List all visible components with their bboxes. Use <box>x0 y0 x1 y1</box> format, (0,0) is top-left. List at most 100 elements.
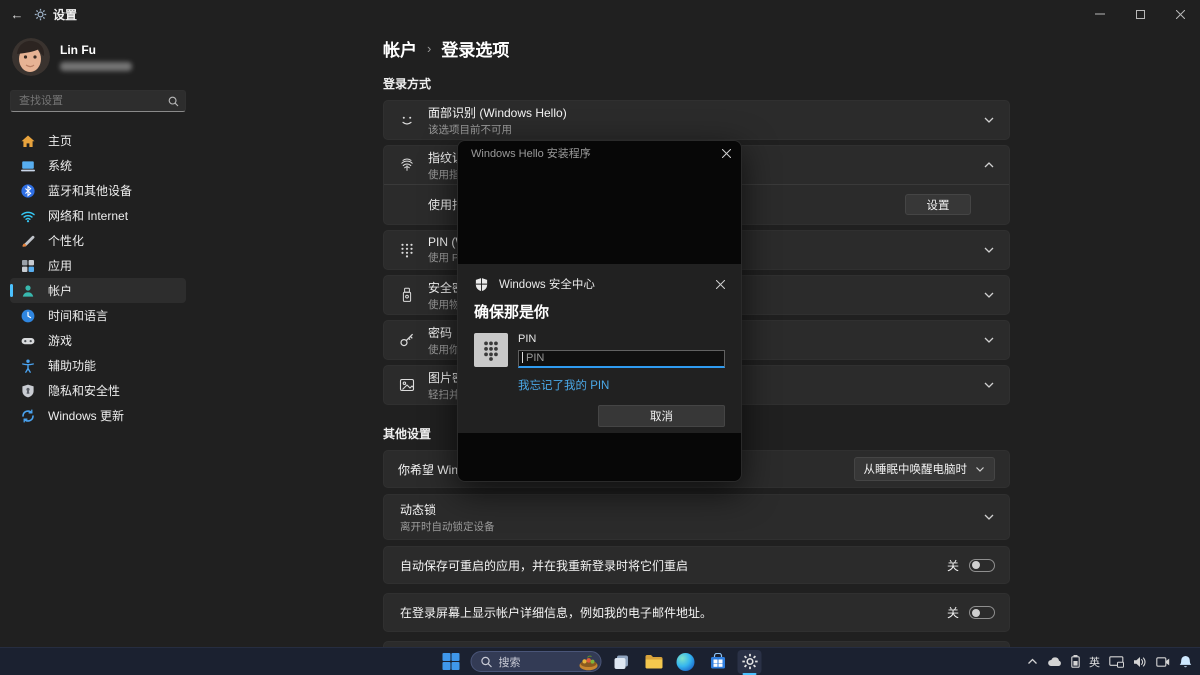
sidebar-item-windows-update[interactable]: Windows 更新 <box>10 403 186 428</box>
security-app-name: Windows 安全中心 <box>499 276 706 292</box>
pin-label: PIN <box>518 333 725 345</box>
back-button[interactable]: ← <box>0 7 34 22</box>
chevron-down-icon <box>983 336 995 344</box>
taskbar-search-placeholder: 搜索 <box>499 654 572 670</box>
row-restartable-apps: 自动保存可重启的应用，并在我重新登录时将它们重启 关 <box>383 546 1010 584</box>
clock-icon <box>20 308 36 324</box>
sidebar-item-system[interactable]: 系统 <box>10 153 186 178</box>
other-rows: 你希望 Windows 在你离开多长时间后要求你重新登录? 从睡眠中唤醒电脑时 … <box>383 450 1010 675</box>
forgot-pin-link[interactable]: 我忘记了我的 PIN <box>518 377 725 393</box>
cast-display-icon[interactable] <box>1109 648 1124 675</box>
app-title-label: 设置 <box>53 6 77 23</box>
settings-window: ← 设置 <box>0 0 1200 675</box>
text-caret <box>522 352 523 363</box>
user-profile[interactable]: Lin Fu <box>12 38 186 76</box>
user-email-redacted <box>60 62 132 71</box>
sidebar-item-accessibility[interactable]: 辅助功能 <box>10 353 186 378</box>
breadcrumb: 帐户 › 登录选项 <box>383 36 1010 61</box>
sidebar-item-privacy[interactable]: 隐私和安全性 <box>10 378 186 403</box>
close-button[interactable] <box>1160 0 1200 28</box>
avatar <box>12 38 50 76</box>
minimize-button[interactable] <box>1080 0 1120 28</box>
dialog-titlebar: Windows Hello 安装程序 <box>458 141 741 165</box>
sidebar-item-personalization[interactable]: 个性化 <box>10 228 186 253</box>
row-dynamic-lock[interactable]: 动态锁 离开时自动锁定设备 <box>383 494 1010 540</box>
taskbar: 搜索 英 <box>0 647 1200 675</box>
settings-gear-icon <box>34 8 47 21</box>
show-account-details-toggle[interactable] <box>969 606 995 619</box>
microsoft-store-button[interactable] <box>706 650 730 674</box>
sidebar: Lin Fu 主页 系统 蓝牙和其他设备 <box>0 28 196 428</box>
settings-app-button[interactable] <box>738 650 762 674</box>
require-signin-dropdown[interactable]: 从睡眠中唤醒电脑时 <box>854 457 996 481</box>
security-heading: 确保那是你 <box>474 301 725 322</box>
ime-indicator[interactable]: 英 <box>1089 648 1100 675</box>
face-icon <box>398 111 416 129</box>
toggle-state-label: 关 <box>947 604 959 621</box>
settings-search[interactable] <box>10 90 186 112</box>
sidebar-item-bluetooth[interactable]: 蓝牙和其他设备 <box>10 178 186 203</box>
notification-bell-icon[interactable] <box>1179 648 1192 675</box>
sidebar-item-network[interactable]: 网络和 Internet <box>10 203 186 228</box>
chevron-down-icon <box>983 291 995 299</box>
sidebar-item-accounts[interactable]: 帐户 <box>10 278 186 303</box>
system-tray: 英 <box>1027 648 1192 675</box>
sidebar-item-home[interactable]: 主页 <box>10 128 186 153</box>
search-icon <box>481 656 493 668</box>
pin-keypad-icon <box>398 241 416 259</box>
gamepad-icon <box>20 333 36 349</box>
pin-input[interactable] <box>518 350 725 368</box>
start-button[interactable] <box>439 650 463 674</box>
dialog-title: Windows Hello 安装程序 <box>471 145 722 161</box>
home-icon <box>20 133 36 149</box>
titlebar: ← 设置 <box>0 0 1200 28</box>
sidebar-item-time-language[interactable]: 时间和语言 <box>10 303 186 328</box>
task-view-button[interactable] <box>610 650 634 674</box>
search-icon <box>168 96 179 107</box>
dialog-close-icon[interactable] <box>722 149 731 158</box>
taskbar-center: 搜索 <box>439 648 762 675</box>
search-highlight-image[interactable] <box>578 652 600 671</box>
onedrive-cloud-icon[interactable] <box>1047 648 1062 675</box>
page-title: 登录选项 <box>441 36 509 61</box>
volume-icon[interactable] <box>1133 648 1147 675</box>
fingerprint-icon <box>398 156 416 174</box>
battery-icon[interactable] <box>1071 648 1080 675</box>
brush-icon <box>20 233 36 249</box>
file-explorer-button[interactable] <box>642 650 666 674</box>
row-face-recognition[interactable]: 面部识别 (Windows Hello) 该选项目前不可用 <box>383 100 1010 140</box>
breadcrumb-accounts[interactable]: 帐户 <box>383 36 417 61</box>
restartable-apps-toggle[interactable] <box>969 559 995 572</box>
system-icon <box>20 158 36 174</box>
sidebar-item-gaming[interactable]: 游戏 <box>10 328 186 353</box>
wifi-icon <box>20 208 36 224</box>
sidebar-item-apps[interactable]: 应用 <box>10 253 186 278</box>
pin-area: PIN <box>474 333 725 368</box>
edge-browser-button[interactable] <box>674 650 698 674</box>
security-close-icon[interactable] <box>716 280 725 289</box>
security-header: Windows 安全中心 <box>474 276 725 292</box>
key-icon <box>398 331 416 349</box>
sidebar-nav: 主页 系统 蓝牙和其他设备 网络和 Internet 个性化 应用 <box>10 128 186 428</box>
tray-overflow-chevron-icon[interactable] <box>1027 648 1038 675</box>
shield-icon <box>20 383 36 399</box>
row-show-account-details: 在登录屏幕上显示帐户详细信息，例如我的电子邮件地址。 关 <box>383 593 1010 632</box>
chevron-down-icon <box>975 466 985 473</box>
chevron-down-icon <box>983 246 995 254</box>
breadcrumb-separator: › <box>427 41 431 56</box>
windows-hello-setup-dialog: Windows Hello 安装程序 Windows 安全中心 确保那是你 PI… <box>457 140 742 482</box>
cancel-button[interactable]: 取消 <box>598 405 725 427</box>
section-signin-methods: 登录方式 <box>383 75 1010 92</box>
apps-icon <box>20 258 36 274</box>
maximize-button[interactable] <box>1120 0 1160 28</box>
toggle-state-label: 关 <box>947 557 959 574</box>
accessibility-icon <box>20 358 36 374</box>
chevron-up-icon <box>983 161 995 169</box>
video-capture-icon[interactable] <box>1156 648 1170 675</box>
settings-search-input[interactable] <box>17 94 168 108</box>
fingerprint-setup-button[interactable]: 设置 <box>905 194 971 215</box>
security-shield-icon <box>474 277 489 292</box>
pin-keypad-icon <box>474 333 508 367</box>
taskbar-search[interactable]: 搜索 <box>471 651 602 672</box>
app-title: 设置 <box>34 6 77 23</box>
